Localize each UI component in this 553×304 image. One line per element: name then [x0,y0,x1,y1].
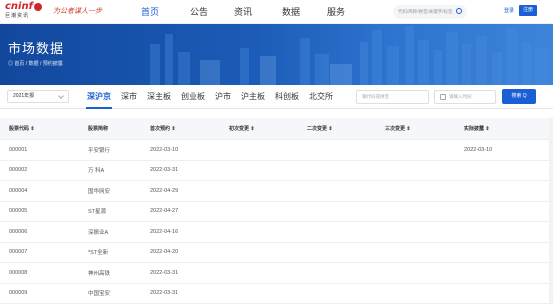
tab-shenhujing[interactable]: 深沪京 [82,85,116,109]
column-header-name: 股票简称 [88,125,108,132]
register-button[interactable]: 注册 [519,5,537,16]
cell-name[interactable]: 万 科A [88,166,104,174]
main-nav: 首页 公告 资讯 数据 服务 [135,0,351,24]
cell-code: 000005 [9,208,27,214]
tab-kechuangban[interactable]: 科创板 [270,85,304,109]
logo-text: cninf [5,2,33,12]
column-header-second-change[interactable]: 二次变更 ⇕ [307,125,333,132]
login-link[interactable]: 登录 [504,7,514,14]
cell-code: 000008 [9,270,27,276]
table-row: 000006 深振业A 2022-04-16 [0,222,553,243]
filter-bar: 2021年报 深沪京 深市 深主板 创业板 沪市 沪主板 科创板 北交所 输代码… [0,85,553,109]
cell-code: 000007 [9,249,27,255]
table-row: 000004 国华网安 2022-04-29 [0,181,553,202]
page-title: 市场数据 [8,38,64,57]
cell-first-appointment: 2022-03-10 [150,147,178,153]
cell-name[interactable]: *ST全新 [88,248,108,256]
tab-hushi[interactable]: 沪市 [210,85,236,109]
breadcrumb: ◎ 首页 / 数据 / 预约披露 [8,60,63,67]
search-icon[interactable] [456,8,462,14]
tab-huzhuban[interactable]: 沪主板 [236,85,270,109]
table-row: 000005 ST星源 2022-04-27 [0,202,553,223]
cell-first-appointment: 2022-04-20 [150,249,178,255]
table-row: 000007 *ST全新 2022-04-20 [0,243,553,264]
chevron-down-icon [58,93,64,99]
cell-name[interactable]: 国华网安 [88,187,110,195]
slogan: 为公者谋人一步 [53,6,102,16]
table-row: 000002 万 科A 2022-03-31 [0,161,553,182]
cell-first-appointment: 2022-03-31 [150,270,178,276]
cell-code: 000002 [9,167,27,173]
cell-code: 000006 [9,229,27,235]
nav-services[interactable]: 服务 [321,0,351,24]
date-input[interactable]: 请输入时间 [434,90,496,104]
cell-first-appointment: 2022-04-16 [150,229,178,235]
column-header-code[interactable]: 股票代码 ⇕ [9,125,35,132]
tab-shenzhuban[interactable]: 深主板 [142,85,176,109]
column-header-third-change[interactable]: 三次变更 ⇕ [385,125,411,132]
scrollbar[interactable] [549,118,553,303]
report-period-select[interactable]: 2021年报 [7,90,69,103]
tab-beijiaosuo[interactable]: 北交所 [304,85,338,109]
tab-chuangyeban[interactable]: 创业板 [176,85,210,109]
table-row: 000009 中国宝安 2022-03-31 [0,284,553,304]
tab-shenshi[interactable]: 深市 [116,85,142,109]
city-skyline-background [0,24,553,85]
nav-home[interactable]: 首页 [135,0,165,24]
cell-first-appointment: 2022-03-31 [150,290,178,296]
column-header-first-change[interactable]: 初次变更 ⇕ [229,125,255,132]
logo-subtitle: 巨潮资讯 [5,12,43,20]
nav-news[interactable]: 资讯 [228,0,258,24]
table-row: 000001 平安银行 2022-03-10 2022-03-10 [0,140,553,161]
page-banner: 市场数据 ◎ 首页 / 数据 / 预约披露 [0,24,553,85]
global-search-input[interactable]: 代码/简称/拼音/关键字/标签 [393,5,467,19]
disclosure-table: 股票代码 ⇕ 股票简称 首次预约 ⇕ 初次变更 ⇕ 二次变更 ⇕ 三次变更 ⇕ … [0,118,553,304]
cell-name[interactable]: 中国宝安 [88,289,110,297]
cell-code: 000004 [9,188,27,194]
table-row: 000008 神州高铁 2022-03-31 [0,263,553,284]
nav-data[interactable]: 数据 [276,0,306,24]
cell-name[interactable]: 神州高铁 [88,269,110,277]
report-period-value: 2021年报 [13,93,34,99]
cell-first-appointment: 2022-03-31 [150,167,178,173]
market-tabs: 深沪京 深市 深主板 创业板 沪市 沪主板 科创板 北交所 [82,85,338,109]
cell-first-appointment: 2022-04-27 [150,208,178,214]
cell-name[interactable]: 深振业A [88,228,108,236]
search-button[interactable]: 搜索 Q [502,89,536,104]
stock-code-input[interactable]: 输代码或拼音 [356,90,429,104]
date-placeholder: 请输入时间 [449,94,472,99]
cell-first-appointment: 2022-04-29 [150,188,178,194]
cninfo-logo[interactable]: cninf 巨潮资讯 [5,2,43,22]
column-header-actual-disclosure[interactable]: 实际披露 ⇕ [464,125,490,132]
logo-swirl-icon [34,3,42,11]
column-header-first-appointment[interactable]: 首次预约 ⇕ [150,125,176,132]
global-search-placeholder: 代码/简称/拼音/关键字/标签 [398,9,453,14]
cell-name[interactable]: 平安银行 [88,146,110,154]
cell-actual-disclosure: 2022-03-10 [464,147,492,153]
cell-code: 000009 [9,290,27,296]
table-header: 股票代码 ⇕ 股票简称 首次预约 ⇕ 初次变更 ⇕ 二次变更 ⇕ 三次变更 ⇕ … [0,118,553,140]
cell-code: 000001 [9,147,27,153]
calendar-icon [440,94,446,100]
cell-name[interactable]: ST星源 [88,207,106,215]
nav-announcements[interactable]: 公告 [184,0,214,24]
top-navigation: cninf 巨潮资讯 为公者谋人一步 首页 公告 资讯 数据 服务 代码/简称/… [0,0,553,24]
